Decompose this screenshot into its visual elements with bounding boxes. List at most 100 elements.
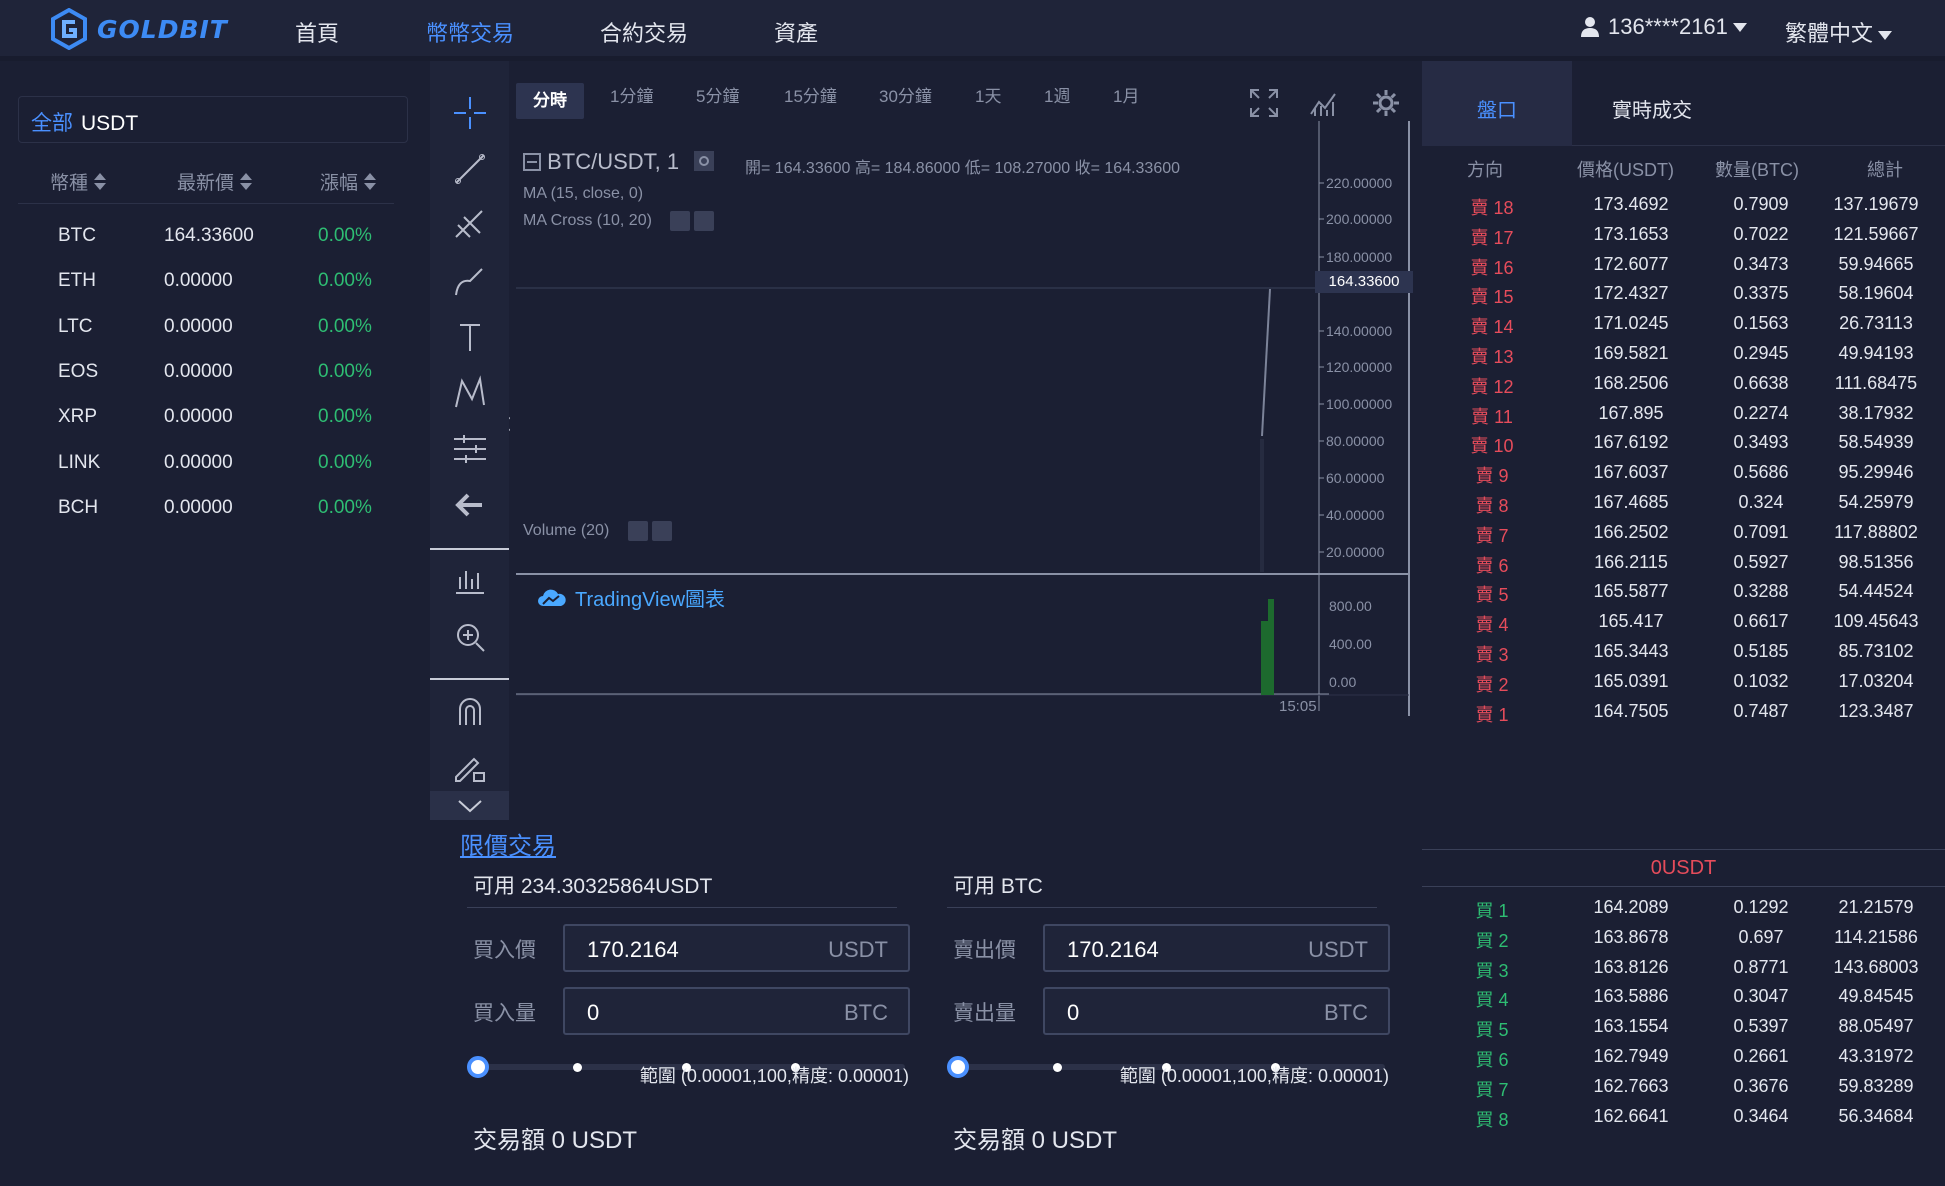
nav-home[interactable]: 首頁 bbox=[295, 16, 339, 48]
sell-order-row[interactable]: 賣 8 167.4685 0.324 54.25979 bbox=[1422, 492, 1945, 522]
crosshair-tool[interactable] bbox=[450, 93, 490, 133]
tab-orderbook[interactable]: 盤口 bbox=[1422, 61, 1572, 146]
slider-stop-25[interactable] bbox=[1053, 1063, 1062, 1072]
buy-order-row[interactable]: 買 2 163.8678 0.697 114.21586 bbox=[1422, 927, 1945, 957]
sell-order-row[interactable]: 賣 10 167.6192 0.3493 58.54939 bbox=[1422, 432, 1945, 462]
sell-order-row[interactable]: 賣 9 167.6037 0.5686 95.29946 bbox=[1422, 462, 1945, 492]
buy-price-input[interactable]: 170.2164 USDT bbox=[563, 924, 910, 972]
slider-stop-25[interactable] bbox=[573, 1063, 582, 1072]
close-icon[interactable] bbox=[694, 211, 715, 231]
slider-handle[interactable] bbox=[947, 1056, 969, 1078]
tab-interval-timeline[interactable]: 分時 bbox=[516, 83, 584, 119]
nav-spot-trading[interactable]: 幣幣交易 bbox=[426, 16, 514, 48]
nav-assets[interactable]: 資產 bbox=[774, 16, 818, 48]
tab-usdt[interactable]: USDT bbox=[81, 112, 138, 135]
zoom-in-tool[interactable] bbox=[450, 617, 490, 657]
tradingview-watermark[interactable]: TradingView圖表 bbox=[537, 583, 725, 612]
gear-icon[interactable] bbox=[670, 211, 691, 231]
fullscreen-icon[interactable] bbox=[1249, 88, 1279, 118]
tab-interval-1d[interactable]: 1天 bbox=[975, 82, 1001, 107]
expand-toolbar[interactable] bbox=[430, 791, 509, 821]
market-row[interactable]: LINK 0.00000 0.00% bbox=[0, 452, 423, 492]
tab-interval-1w[interactable]: 1週 bbox=[1044, 82, 1070, 107]
sell-price-input[interactable]: 170.2164 USDT bbox=[1043, 924, 1390, 972]
goldbit-logo[interactable]: GOLDBIT bbox=[50, 8, 228, 50]
market-row[interactable]: BTC 164.33600 0.00% bbox=[0, 225, 423, 265]
sell-order-row[interactable]: 賣 12 168.2506 0.6638 111.68475 bbox=[1422, 373, 1945, 403]
tab-interval-1m[interactable]: 1分鐘 bbox=[610, 82, 653, 107]
indicator-ma[interactable]: MA (15, close, 0) bbox=[523, 185, 643, 203]
market-row[interactable]: ETH 0.00000 0.00% bbox=[0, 270, 423, 310]
magnet-tool[interactable] bbox=[450, 691, 490, 731]
sell-order-row[interactable]: 賣 11 167.895 0.2274 38.17932 bbox=[1422, 403, 1945, 433]
sell-order-row[interactable]: 賣 14 171.0245 0.1563 26.73113 bbox=[1422, 313, 1945, 343]
pattern-tool[interactable] bbox=[450, 373, 490, 413]
buy-order-row[interactable]: 買 3 163.8126 0.8771 143.68003 bbox=[1422, 957, 1945, 987]
market-row[interactable]: BCH 0.00000 0.00% bbox=[0, 497, 423, 537]
sell-order-row[interactable]: 賣 13 169.5821 0.2945 49.94193 bbox=[1422, 343, 1945, 373]
buy-order-row[interactable]: 買 5 163.1554 0.5397 88.05497 bbox=[1422, 1016, 1945, 1046]
indicators-icon[interactable] bbox=[1309, 88, 1339, 118]
buy-order-row[interactable]: 買 4 163.5886 0.3047 49.84545 bbox=[1422, 986, 1945, 1016]
indicator-ma-cross[interactable]: MA Cross (10, 20) bbox=[523, 211, 715, 231]
sell-order-row[interactable]: 賣 17 173.1653 0.7022 121.59667 bbox=[1422, 224, 1945, 254]
col-coin-header[interactable]: 幣種 bbox=[50, 168, 107, 195]
market-row[interactable]: EOS 0.00000 0.00% bbox=[0, 361, 423, 401]
brush-tool[interactable] bbox=[450, 261, 490, 301]
gear-icon[interactable] bbox=[627, 521, 648, 541]
indicator-volume[interactable]: Volume (20) bbox=[523, 521, 672, 541]
close-icon[interactable] bbox=[651, 521, 672, 541]
sell-order-row[interactable]: 賣 7 166.2502 0.7091 117.88802 bbox=[1422, 522, 1945, 552]
tab-interval-5m[interactable]: 5分鐘 bbox=[696, 82, 739, 107]
col-price-header[interactable]: 最新價 bbox=[177, 168, 253, 195]
slider-handle[interactable] bbox=[467, 1056, 489, 1078]
buy-qty-input[interactable]: 0 BTC bbox=[563, 987, 910, 1035]
sell-order-row[interactable]: 賣 18 173.4692 0.7909 137.19679 bbox=[1422, 194, 1945, 224]
tab-all[interactable]: 全部 bbox=[31, 112, 73, 135]
tab-interval-1mo[interactable]: 1月 bbox=[1113, 82, 1139, 107]
market-filter-tab[interactable]: 全部 USDT bbox=[18, 96, 408, 143]
measure-tool[interactable] bbox=[450, 429, 490, 469]
tab-interval-15m[interactable]: 15分鐘 bbox=[784, 82, 837, 107]
nav-contract-trading[interactable]: 合約交易 bbox=[600, 16, 688, 48]
text-tool[interactable] bbox=[450, 317, 490, 357]
market-coin: BCH bbox=[58, 496, 99, 518]
sell-order-row[interactable]: 賣 15 172.4327 0.3375 58.19604 bbox=[1422, 283, 1945, 313]
sell-order-row[interactable]: 賣 2 165.0391 0.1032 17.03204 bbox=[1422, 671, 1945, 701]
long-short-tool[interactable] bbox=[450, 561, 490, 601]
user-menu[interactable]: 136****2161 bbox=[1580, 14, 1747, 40]
buy-price-value[interactable]: 170.2164 bbox=[587, 937, 679, 963]
trendline-tool[interactable] bbox=[450, 149, 490, 189]
sell-order-row[interactable]: 賣 1 164.7505 0.7487 123.3487 bbox=[1422, 701, 1945, 731]
sell-qty-value[interactable]: 0 bbox=[1067, 1000, 1079, 1026]
buy-order-row[interactable]: 買 1 164.2089 0.1292 21.21579 bbox=[1422, 897, 1945, 927]
back-tool[interactable] bbox=[450, 485, 490, 525]
col-change-header[interactable]: 漲幅 bbox=[320, 168, 377, 195]
buy-order-row[interactable]: 買 7 162.7663 0.3676 59.83289 bbox=[1422, 1076, 1945, 1106]
sell-order-row[interactable]: 賣 5 165.5877 0.3288 54.44524 bbox=[1422, 581, 1945, 611]
sell-order-row[interactable]: 賣 16 172.6077 0.3473 59.94665 bbox=[1422, 254, 1945, 284]
language-selector[interactable]: 繁體中文 bbox=[1785, 16, 1893, 48]
gear-icon[interactable] bbox=[693, 150, 715, 172]
buy-order-row[interactable]: 買 6 162.7949 0.2661 43.31972 bbox=[1422, 1046, 1945, 1076]
gear-icon[interactable] bbox=[1371, 88, 1401, 118]
order-qty: 0.7487 bbox=[1733, 700, 1789, 721]
tab-recent-trades[interactable]: 實時成交 bbox=[1572, 61, 1732, 146]
buy-order-row[interactable]: 買 8 162.6641 0.3464 56.34684 bbox=[1422, 1106, 1945, 1136]
order-qty: 0.7022 bbox=[1733, 223, 1789, 244]
sell-qty-input[interactable]: 0 BTC bbox=[1043, 987, 1390, 1035]
order-price: 168.2506 bbox=[1593, 372, 1669, 393]
lock-drawings-tool[interactable] bbox=[450, 747, 490, 787]
fib-tool[interactable] bbox=[450, 205, 490, 245]
buy-qty-value[interactable]: 0 bbox=[587, 1000, 599, 1026]
sell-order-row[interactable]: 賣 6 166.2115 0.5927 98.51356 bbox=[1422, 552, 1945, 582]
sell-order-row[interactable]: 賣 4 165.417 0.6617 109.45643 bbox=[1422, 611, 1945, 641]
chart-area[interactable]: 分時 1分鐘 5分鐘 15分鐘 30分鐘 1天 1週 1月 220.00000 2… bbox=[509, 61, 1414, 821]
sell-order-row[interactable]: 賣 3 165.3443 0.5185 85.73102 bbox=[1422, 641, 1945, 671]
limit-order-tab[interactable]: 限價交易 bbox=[460, 826, 556, 861]
tab-interval-30m[interactable]: 30分鐘 bbox=[879, 82, 932, 107]
sell-price-value[interactable]: 170.2164 bbox=[1067, 937, 1159, 963]
market-row[interactable]: LTC 0.00000 0.00% bbox=[0, 316, 423, 356]
market-row[interactable]: XRP 0.00000 0.00% bbox=[0, 406, 423, 446]
collapse-icon[interactable] bbox=[523, 153, 541, 171]
